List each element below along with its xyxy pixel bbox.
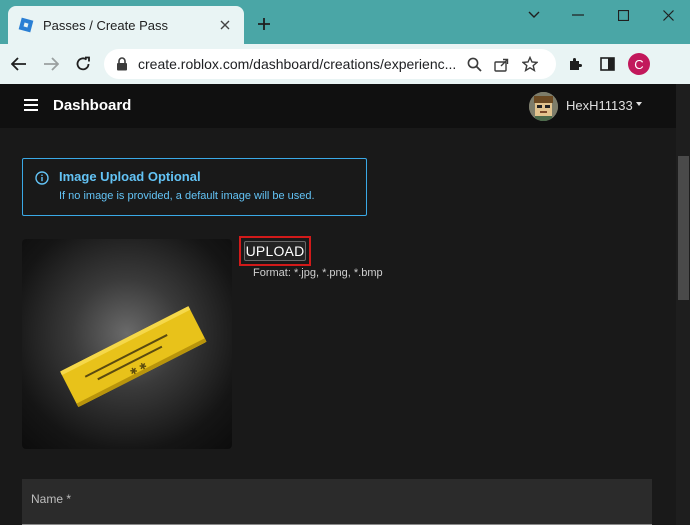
user-avatar[interactable] [529,92,558,121]
menu-hamburger-icon[interactable] [24,99,38,111]
url-text[interactable]: create.roblox.com/dashboard/creations/ex… [138,56,456,72]
page-content: Dashboard HexH11133 Image Upload Optiona… [0,84,690,525]
maximize-icon[interactable] [601,0,645,30]
upload-highlight-box: UPLOAD [239,236,311,266]
forward-arrow-icon[interactable] [40,53,62,75]
pass-image-preview: ✱ ✱ [22,239,232,449]
new-tab-plus-icon[interactable] [254,14,274,34]
window-close-icon[interactable] [646,0,690,30]
reload-icon[interactable] [72,53,94,75]
info-icon [35,171,49,185]
profile-avatar[interactable]: C [628,53,650,75]
upload-format-hint: Format: *.jpg, *.png, *.bmp [253,267,383,279]
lock-icon[interactable] [116,57,128,71]
alert-message: If no image is provided, a default image… [59,190,315,202]
zoom-search-icon[interactable] [464,54,484,74]
minimize-icon[interactable] [556,0,600,30]
pass-ticket-icon: ✱ ✱ [60,306,207,408]
name-input[interactable]: Name * [22,479,652,525]
extensions-puzzle-icon[interactable] [564,53,586,75]
tab-close-icon[interactable] [216,16,234,34]
tab-search-chevron-icon[interactable] [512,0,556,30]
scrollbar-track[interactable] [676,84,690,525]
browser-toolbar: create.roblox.com/dashboard/creations/ex… [0,44,690,84]
scrollbar-thumb[interactable] [678,156,689,300]
dashboard-header: Dashboard HexH11133 [0,84,676,128]
side-panel-icon[interactable] [596,53,618,75]
browser-tab-strip: Passes / Create Pass [0,0,690,44]
user-menu-caret-icon[interactable] [636,102,642,106]
share-icon[interactable] [492,54,512,74]
upload-button[interactable]: UPLOAD [244,241,306,261]
name-field-label: Name * [31,492,72,506]
tab-title: Passes / Create Pass [43,17,168,33]
image-upload-alert: Image Upload Optional If no image is pro… [22,158,367,216]
page-title: Dashboard [53,97,132,114]
alert-title: Image Upload Optional [59,169,201,184]
roblox-favicon-icon [18,17,34,33]
address-bar[interactable]: create.roblox.com/dashboard/creations/ex… [104,49,556,79]
bookmark-star-icon[interactable] [520,54,540,74]
username[interactable]: HexH11133 [566,98,633,113]
browser-tab-active[interactable]: Passes / Create Pass [8,6,244,44]
back-arrow-icon[interactable] [8,53,30,75]
